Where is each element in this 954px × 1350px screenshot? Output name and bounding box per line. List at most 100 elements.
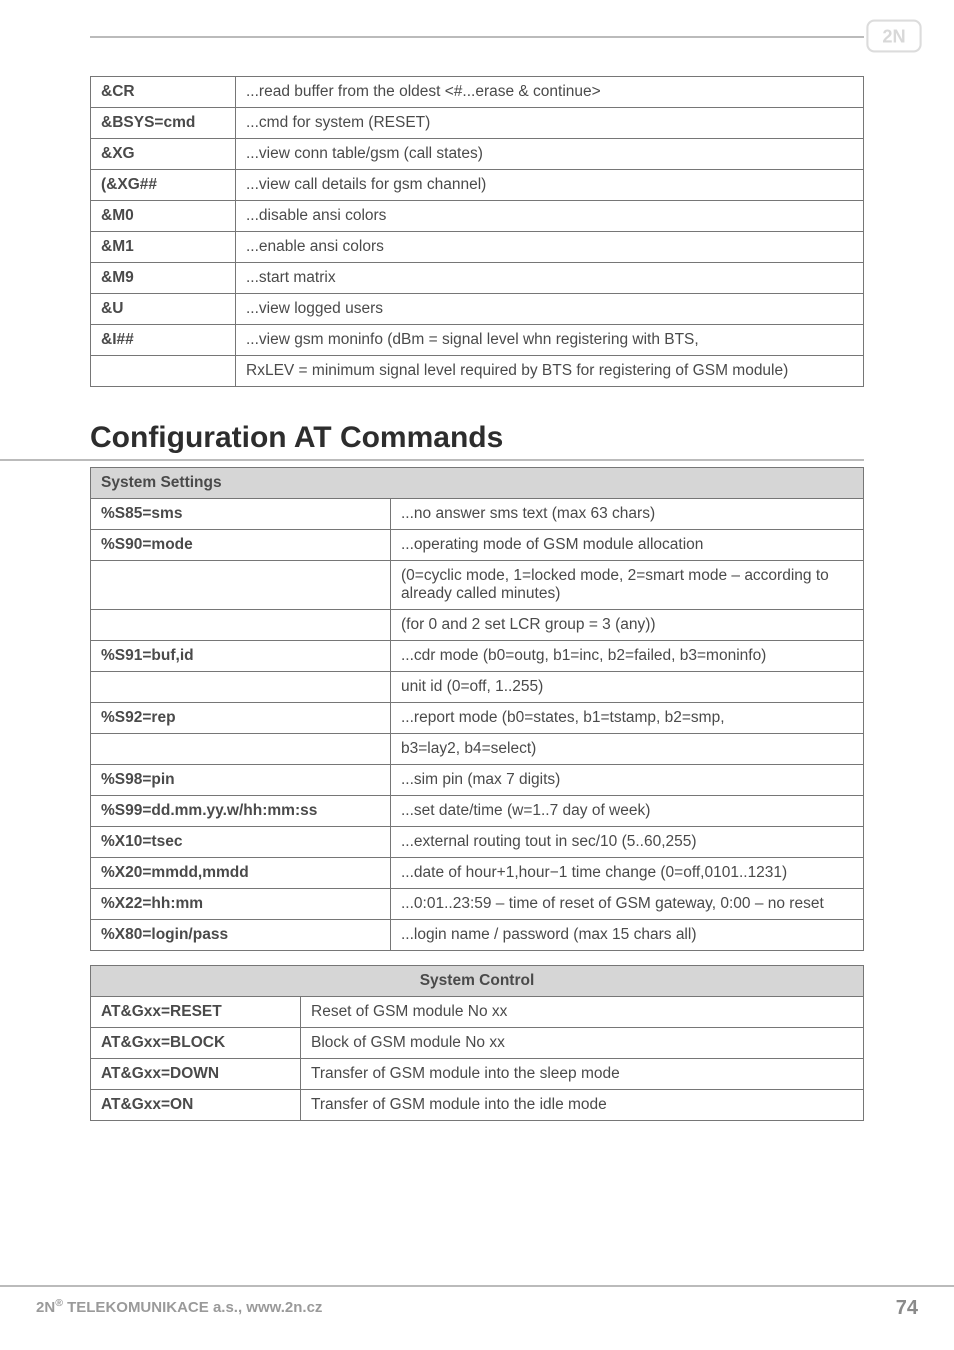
table-row: &M9...start matrix xyxy=(91,263,864,294)
cmd-desc: b3=lay2, b4=select) xyxy=(391,734,864,765)
system-control-table: System Control AT&Gxx=RESETReset of GSM … xyxy=(90,965,864,1121)
table-caption: System Settings xyxy=(91,468,864,499)
cmd-key: (&XG## xyxy=(91,170,236,201)
cmd-key: %X80=login/pass xyxy=(91,920,391,951)
table-row: &U...view logged users xyxy=(91,294,864,325)
cmd-desc: ...read buffer from the oldest <#...eras… xyxy=(236,77,864,108)
cmd-desc: ...view logged users xyxy=(236,294,864,325)
cmd-key: &I## xyxy=(91,325,236,356)
cmd-desc: ...operating mode of GSM module allocati… xyxy=(391,530,864,561)
cmd-key: %X22=hh:mm xyxy=(91,889,391,920)
table-row: b3=lay2, b4=select) xyxy=(91,734,864,765)
footer-page-number: 74 xyxy=(896,1297,918,1320)
cmd-desc: ...view call details for gsm channel) xyxy=(236,170,864,201)
cmd-desc: ...sim pin (max 7 digits) xyxy=(391,765,864,796)
cmd-key xyxy=(91,672,391,703)
table-row: %S99=dd.mm.yy.w/hh:mm:ss...set date/time… xyxy=(91,796,864,827)
cmd-desc: unit id (0=off, 1..255) xyxy=(391,672,864,703)
cmd-key xyxy=(91,356,236,387)
table-row: %S90=mode...operating mode of GSM module… xyxy=(91,530,864,561)
brand-logo-icon: 2N xyxy=(866,18,922,54)
cmd-desc: ...date of hour+1,hour−1 time change (0=… xyxy=(391,858,864,889)
cmd-key: &M1 xyxy=(91,232,236,263)
cmd-key: %S98=pin xyxy=(91,765,391,796)
table-row: (&XG##...view call details for gsm chann… xyxy=(91,170,864,201)
cmd-desc: ...0:01..23:59 – time of reset of GSM ga… xyxy=(391,889,864,920)
cmd-key xyxy=(91,610,391,641)
cmd-desc: (for 0 and 2 set LCR group = 3 (any)) xyxy=(391,610,864,641)
table-caption-row: System Control xyxy=(91,966,864,997)
table-row: (0=cyclic mode, 1=locked mode, 2=smart m… xyxy=(91,561,864,610)
cmd-desc: ...enable ansi colors xyxy=(236,232,864,263)
footer-brand: 2N xyxy=(36,1299,55,1316)
cmd-desc: ...report mode (b0=states, b1=tstamp, b2… xyxy=(391,703,864,734)
cmd-desc: ...external routing tout in sec/10 (5..6… xyxy=(391,827,864,858)
cmd-key: AT&Gxx=BLOCK xyxy=(91,1028,301,1059)
cmd-desc: ...no answer sms text (max 63 chars) xyxy=(391,499,864,530)
svg-text:2N: 2N xyxy=(882,26,905,46)
and-commands-table: &CR...read buffer from the oldest <#...e… xyxy=(90,76,864,387)
cmd-desc: Reset of GSM module No xx xyxy=(301,997,864,1028)
table-row: &CR...read buffer from the oldest <#...e… xyxy=(91,77,864,108)
cmd-desc: ...set date/time (w=1..7 day of week) xyxy=(391,796,864,827)
table-row: AT&Gxx=ONTransfer of GSM module into the… xyxy=(91,1090,864,1121)
cmd-key: AT&Gxx=DOWN xyxy=(91,1059,301,1090)
cmd-desc: ...disable ansi colors xyxy=(236,201,864,232)
page-frame: 2N &CR...read buffer from the oldest <#.… xyxy=(0,0,954,1350)
footer-left: 2N® TELEKOMUNIKACE a.s., www.2n.cz xyxy=(36,1297,322,1320)
cmd-desc: ...view conn table/gsm (call states) xyxy=(236,139,864,170)
cmd-key xyxy=(91,734,391,765)
page-footer: 2N® TELEKOMUNIKACE a.s., www.2n.cz 74 xyxy=(0,1285,954,1320)
table-row: %X22=hh:mm...0:01..23:59 – time of reset… xyxy=(91,889,864,920)
cmd-desc: Transfer of GSM module into the sleep mo… xyxy=(301,1059,864,1090)
table-caption: System Control xyxy=(91,966,864,997)
table-row: %X80=login/pass...login name / password … xyxy=(91,920,864,951)
table-row: %X10=tsec...external routing tout in sec… xyxy=(91,827,864,858)
table-row: &BSYS=cmd...cmd for system (RESET) xyxy=(91,108,864,139)
table-row: RxLEV = minimum signal level required by… xyxy=(91,356,864,387)
table-row: &I##...view gsm moninfo (dBm = signal le… xyxy=(91,325,864,356)
table-row: %S91=buf,id...cdr mode (b0=outg, b1=inc,… xyxy=(91,641,864,672)
cmd-key: &U xyxy=(91,294,236,325)
cmd-key xyxy=(91,561,391,610)
cmd-key: AT&Gxx=ON xyxy=(91,1090,301,1121)
cmd-desc: RxLEV = minimum signal level required by… xyxy=(236,356,864,387)
cmd-desc: ...cmd for system (RESET) xyxy=(236,108,864,139)
table-row: AT&Gxx=BLOCKBlock of GSM module No xx xyxy=(91,1028,864,1059)
cmd-desc: ...cdr mode (b0=outg, b1=inc, b2=failed,… xyxy=(391,641,864,672)
cmd-desc: ...start matrix xyxy=(236,263,864,294)
cmd-desc: ...login name / password (max 15 chars a… xyxy=(391,920,864,951)
table-row: &M0...disable ansi colors xyxy=(91,201,864,232)
cmd-desc: (0=cyclic mode, 1=locked mode, 2=smart m… xyxy=(391,561,864,610)
table-row: %X20=mmdd,mmdd...date of hour+1,hour−1 t… xyxy=(91,858,864,889)
cmd-key: &CR xyxy=(91,77,236,108)
table-row: &M1...enable ansi colors xyxy=(91,232,864,263)
cmd-key: %X20=mmdd,mmdd xyxy=(91,858,391,889)
footer-reg-icon: ® xyxy=(55,1297,63,1309)
table-row: AT&Gxx=RESETReset of GSM module No xx xyxy=(91,997,864,1028)
table-caption-row: System Settings xyxy=(91,468,864,499)
top-divider xyxy=(90,36,864,38)
cmd-desc: Block of GSM module No xx xyxy=(301,1028,864,1059)
cmd-desc: ...view gsm moninfo (dBm = signal level … xyxy=(236,325,864,356)
table-row: &XG...view conn table/gsm (call states) xyxy=(91,139,864,170)
cmd-key: AT&Gxx=RESET xyxy=(91,997,301,1028)
table-row: (for 0 and 2 set LCR group = 3 (any)) xyxy=(91,610,864,641)
cmd-key: &XG xyxy=(91,139,236,170)
cmd-key: %S91=buf,id xyxy=(91,641,391,672)
cmd-key: %S92=rep xyxy=(91,703,391,734)
cmd-key: %S99=dd.mm.yy.w/hh:mm:ss xyxy=(91,796,391,827)
cmd-key: &M0 xyxy=(91,201,236,232)
table-row: %S85=sms...no answer sms text (max 63 ch… xyxy=(91,499,864,530)
cmd-key: %S85=sms xyxy=(91,499,391,530)
cmd-key: &M9 xyxy=(91,263,236,294)
table-row: unit id (0=off, 1..255) xyxy=(91,672,864,703)
table-row: AT&Gxx=DOWNTransfer of GSM module into t… xyxy=(91,1059,864,1090)
spacer xyxy=(90,951,864,965)
system-settings-table: System Settings %S85=sms...no answer sms… xyxy=(90,467,864,951)
footer-company: TELEKOMUNIKACE a.s., www.2n.cz xyxy=(63,1299,322,1316)
brand-logo: 2N xyxy=(866,18,922,59)
section-heading: Configuration AT Commands xyxy=(0,421,864,461)
cmd-desc: Transfer of GSM module into the idle mod… xyxy=(301,1090,864,1121)
cmd-key: &BSYS=cmd xyxy=(91,108,236,139)
